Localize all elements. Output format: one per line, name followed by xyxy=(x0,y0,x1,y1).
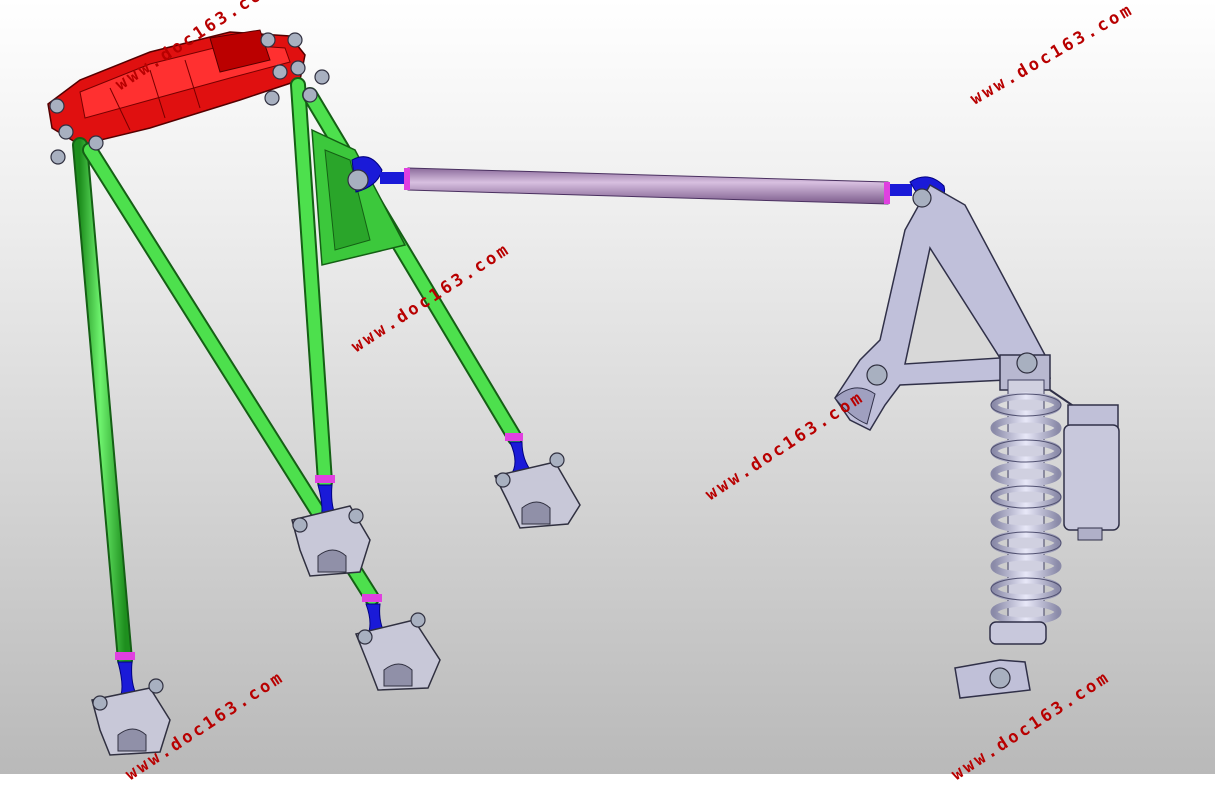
pushrod-part[interactable] xyxy=(404,167,890,205)
suspension-assembly xyxy=(47,29,1120,756)
cad-viewport[interactable]: www.doc163.com www.doc163.com www.doc163… xyxy=(0,0,1215,785)
mount-bracket-part[interactable] xyxy=(91,461,581,756)
coilover-damper-part[interactable] xyxy=(954,354,1120,699)
